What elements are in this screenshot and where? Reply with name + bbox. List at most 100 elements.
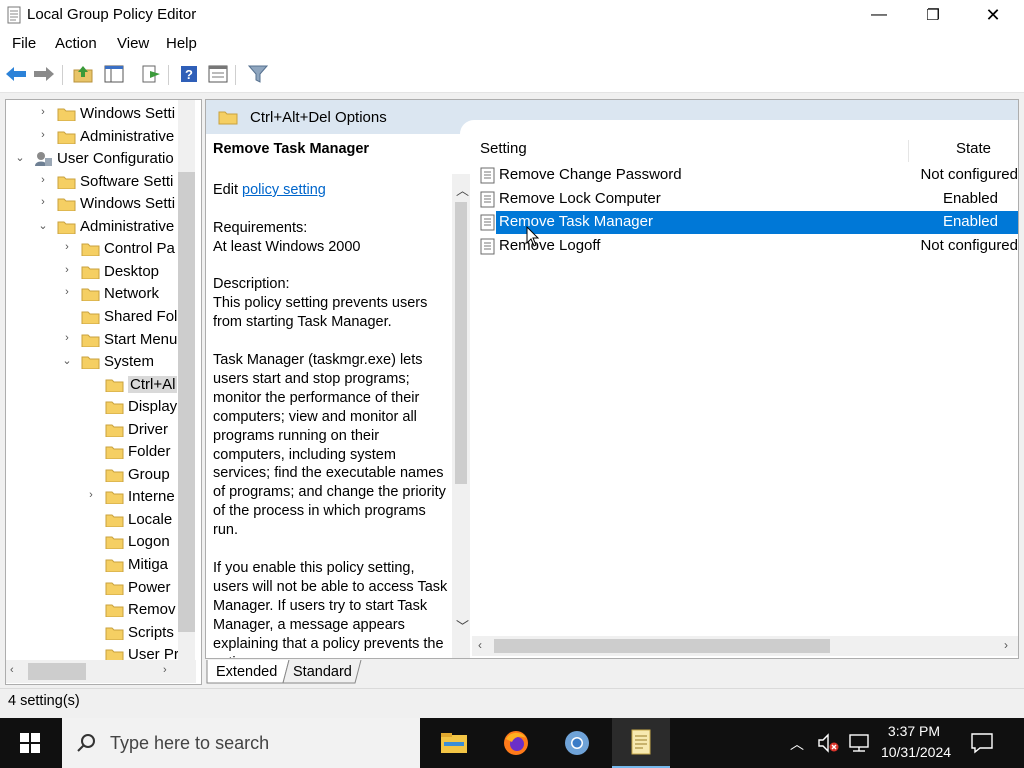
filter-button[interactable]: [246, 63, 270, 85]
menu-help[interactable]: Help: [166, 35, 197, 52]
setting-name: Remove Lock Computer: [499, 189, 661, 207]
tree-item[interactable]: › Start Menu: [6, 329, 196, 351]
minimize-button[interactable]: —: [856, 0, 902, 30]
menu-action[interactable]: Action: [55, 35, 97, 52]
expand-chevron-icon[interactable]: ›: [62, 332, 72, 344]
expand-chevron-icon[interactable]: ›: [86, 489, 96, 501]
up-one-level-button[interactable]: [71, 63, 95, 85]
tree-item[interactable]: › Control Pa: [6, 238, 196, 260]
properties-view-button[interactable]: [206, 63, 230, 85]
firefox-taskbar-button[interactable]: [490, 718, 542, 768]
list-hscroll-thumb[interactable]: [494, 639, 830, 653]
tree-item[interactable]: Locale: [6, 509, 196, 531]
category-title: Ctrl+Alt+Del Options: [250, 109, 387, 126]
expand-chevron-icon[interactable]: ›: [62, 264, 72, 276]
back-button[interactable]: [4, 63, 28, 85]
tree-item-label: Network: [104, 285, 160, 303]
description-scrollbar[interactable]: ︿ ﹀: [452, 174, 470, 658]
tree-item[interactable]: › Software Setti: [6, 171, 196, 193]
tree-item[interactable]: › Desktop: [6, 261, 196, 283]
setting-row[interactable]: Remove Task Manager Enabled: [472, 211, 1018, 235]
description-scroll-thumb[interactable]: [455, 202, 467, 484]
expand-chevron-icon[interactable]: ›: [62, 241, 72, 253]
tree-item[interactable]: › Administrative: [6, 126, 196, 148]
tree-horizontal-scrollbar[interactable]: ‹ ›: [6, 660, 196, 683]
tree-item[interactable]: Shared Fol: [6, 306, 196, 328]
chrome-taskbar-button[interactable]: [551, 718, 603, 768]
file-explorer-taskbar-button[interactable]: [428, 718, 480, 768]
tree-hscroll-thumb[interactable]: [28, 663, 86, 680]
column-header-setting[interactable]: Setting: [480, 140, 527, 162]
tree-item[interactable]: Logon: [6, 531, 196, 553]
scroll-left-icon[interactable]: ‹: [10, 664, 14, 676]
column-divider[interactable]: [908, 140, 909, 162]
forward-button[interactable]: [32, 63, 56, 85]
scroll-right-icon[interactable]: ›: [1004, 638, 1008, 652]
tree-item[interactable]: Group: [6, 464, 196, 486]
tab-extended[interactable]: Extended: [216, 664, 277, 680]
column-header-state[interactable]: State: [956, 140, 991, 162]
console-tree-pane[interactable]: › Windows Setti › Administrative ⌄ User Confi…: [5, 99, 202, 685]
notification-icon: [971, 733, 993, 754]
show-hidden-icons-button[interactable]: ︿: [790, 734, 804, 754]
show-hide-tree-button[interactable]: [102, 63, 126, 85]
setting-row[interactable]: Remove Lock Computer Enabled: [472, 188, 1018, 211]
tree-item[interactable]: Mitiga: [6, 554, 196, 576]
tree-item[interactable]: ⌄ Administrative: [6, 216, 196, 238]
tree-item[interactable]: ⌄ User Configuratio: [6, 148, 196, 170]
tree-item[interactable]: › Windows Setti: [6, 193, 196, 215]
tab-standard[interactable]: Standard: [293, 664, 352, 680]
taskbar-search-box[interactable]: Type here to search: [62, 718, 420, 768]
start-button[interactable]: [4, 718, 56, 768]
menu-view[interactable]: View: [117, 35, 149, 52]
expand-chevron-icon[interactable]: ›: [38, 196, 48, 208]
collapse-chevron-icon[interactable]: ⌄: [38, 219, 48, 232]
collapse-chevron-icon[interactable]: ⌄: [15, 151, 25, 164]
expand-chevron-icon[interactable]: ›: [38, 174, 48, 186]
policy-setting-icon: [480, 167, 495, 184]
tree-item[interactable]: Driver: [6, 419, 196, 441]
maximize-button[interactable]: ❐: [910, 0, 956, 30]
setting-row[interactable]: Remove Logoff Not configured: [472, 235, 1018, 258]
tree-item[interactable]: Remov: [6, 599, 196, 621]
clock-time[interactable]: 3:37 PM: [882, 723, 946, 739]
tree-item[interactable]: Ctrl+Al: [6, 374, 196, 396]
edit-policy-setting-link[interactable]: policy setting: [242, 182, 326, 198]
scroll-right-icon[interactable]: ›: [163, 664, 167, 676]
policy-setting-icon: [480, 191, 495, 208]
toolbar: ?: [0, 57, 1024, 93]
collapse-chevron-icon[interactable]: ⌄: [62, 354, 72, 367]
network-button[interactable]: [847, 733, 871, 757]
folder-icon: [105, 604, 124, 618]
volume-muted-icon: [818, 733, 839, 753]
tree-item[interactable]: Display: [6, 396, 196, 418]
tree-item[interactable]: ⌄ System: [6, 351, 196, 373]
scroll-left-icon[interactable]: ‹: [478, 638, 482, 652]
close-button[interactable]: ✕: [970, 0, 1016, 30]
list-horizontal-scrollbar[interactable]: ‹ ›: [472, 636, 1018, 656]
notifications-button[interactable]: [970, 732, 994, 758]
tree-scroll-thumb[interactable]: [178, 172, 195, 632]
setting-row[interactable]: Remove Change Password Not configured: [472, 164, 1018, 187]
volume-button[interactable]: [818, 733, 840, 757]
tree-item[interactable]: Power: [6, 577, 196, 599]
menu-file[interactable]: File: [12, 35, 36, 52]
expand-chevron-icon[interactable]: ›: [38, 129, 48, 141]
scroll-up-icon[interactable]: ︿: [456, 180, 469, 199]
expand-chevron-icon[interactable]: ›: [38, 106, 48, 118]
tree-item[interactable]: Scripts: [6, 622, 196, 644]
scroll-down-icon[interactable]: ﹀: [456, 616, 469, 635]
help-button[interactable]: ?: [177, 63, 201, 85]
tree-item[interactable]: Folder: [6, 441, 196, 463]
tree-item[interactable]: › Network: [6, 283, 196, 305]
tree-item-label: Interne: [128, 488, 175, 506]
gpedit-taskbar-button[interactable]: [612, 718, 670, 768]
expand-chevron-icon[interactable]: ›: [62, 286, 72, 298]
clock-date[interactable]: 10/31/2024: [876, 744, 956, 760]
setting-name: Remove Change Password: [499, 166, 682, 183]
tree-item[interactable]: › Windows Setti: [6, 103, 196, 125]
export-list-button[interactable]: [139, 63, 163, 85]
tree-vertical-scrollbar[interactable]: [178, 100, 195, 660]
tree-item[interactable]: › Interne: [6, 486, 196, 508]
folder-icon: [105, 559, 124, 572]
